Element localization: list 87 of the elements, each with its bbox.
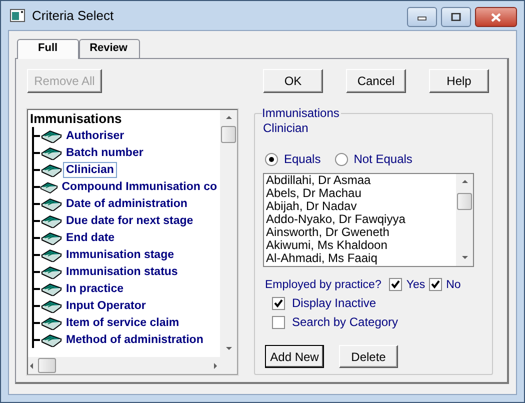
tree-item[interactable]: Immunisation status [63, 264, 181, 280]
checkbox-label[interactable]: Display Inactive [292, 296, 376, 310]
checkbox[interactable] [272, 316, 285, 328]
scrollbar[interactable] [28, 357, 220, 374]
scroll-thumb[interactable] [221, 126, 236, 143]
book-icon [41, 230, 63, 244]
list-item[interactable]: Al-Ahmadi, Ms Faaiq [264, 252, 456, 265]
tree-item[interactable]: In practice [63, 280, 127, 296]
tree-line [32, 263, 41, 280]
dialog-button[interactable]: Add New [265, 345, 324, 368]
maximize-button[interactable] [441, 7, 471, 27]
tree-line [32, 229, 41, 246]
scrollbar[interactable] [456, 174, 473, 266]
checkbox[interactable] [389, 278, 402, 291]
tree-line [32, 331, 41, 348]
dialog-button[interactable]: Cancel [346, 69, 406, 93]
book-icon [41, 298, 63, 312]
scroll-down-icon [224, 345, 232, 353]
app-icon [10, 8, 26, 22]
list-item[interactable]: Abdillahi, Dr Asmaa [264, 174, 456, 187]
tree-line [32, 297, 41, 314]
tree-line [32, 144, 41, 161]
scroll-left-icon [28, 362, 36, 370]
tree-line [32, 195, 41, 212]
tree-item[interactable]: Immunisation stage [63, 246, 177, 262]
checkbox[interactable] [429, 278, 442, 291]
tree-item[interactable]: Batch number [63, 144, 146, 160]
book-icon [41, 128, 63, 142]
scroll-thumb[interactable] [38, 358, 56, 373]
book-icon [41, 196, 63, 210]
tree-item[interactable]: Compound Immunisation co [58, 178, 220, 194]
close-icon [491, 12, 501, 22]
question-label: Employed by practice? [265, 278, 382, 290]
book-icon [41, 248, 63, 262]
window-title: Criteria Select [32, 8, 114, 23]
tree-line [32, 314, 41, 331]
tree-item[interactable]: Authoriser [63, 128, 128, 144]
tree-item[interactable]: Clinician [63, 162, 117, 178]
tree-item[interactable]: End date [63, 230, 118, 246]
tree-item[interactable]: Item of service claim [63, 314, 182, 330]
scroll-thumb[interactable] [457, 193, 472, 210]
scroll-up-icon [460, 178, 468, 186]
scroll-down-icon [460, 254, 468, 262]
tree-line [32, 212, 41, 229]
tab[interactable]: Full [17, 39, 79, 59]
book-icon [40, 180, 59, 194]
list-item[interactable]: Addo-Nyako, Dr Fawqiyya [264, 213, 456, 226]
dialog-button[interactable]: OK [263, 69, 323, 93]
scroll-up-icon [224, 114, 232, 122]
tree-line [32, 161, 41, 178]
tree-root[interactable]: Immunisations [28, 111, 122, 127]
radio-button[interactable] [334, 152, 348, 166]
tree-line [32, 127, 41, 144]
close-button[interactable] [475, 7, 517, 27]
tree-line [32, 246, 41, 263]
field-label: Clinician [263, 121, 310, 135]
tree-item[interactable]: Due date for next stage [63, 212, 196, 228]
checkbox[interactable] [272, 296, 285, 310]
list-item[interactable]: Abels, Dr Machau [264, 187, 456, 200]
tree-item[interactable]: Method of administration [63, 332, 206, 348]
maximize-icon [451, 13, 461, 21]
tree-item[interactable]: Input Operator [63, 298, 149, 314]
list-item[interactable]: Ainsworth, Dr Gweneth [264, 226, 456, 239]
dialog-button[interactable]: Help [429, 69, 489, 93]
book-icon [41, 146, 63, 160]
dialog-button[interactable]: Delete [339, 345, 398, 368]
radio-button[interactable] [265, 152, 278, 166]
checkbox-label[interactable]: Yes [406, 278, 426, 290]
tab[interactable]: Review [78, 39, 140, 58]
minimize-button[interactable] [407, 7, 437, 27]
book-icon [41, 282, 63, 296]
tree-item[interactable]: Date of administration [63, 196, 190, 212]
group-title: Immunisations [262, 106, 342, 120]
scroll-right-icon [212, 362, 220, 370]
checkbox-label[interactable]: Search by Category [292, 315, 398, 329]
radio-label[interactable]: Not Equals [354, 152, 412, 166]
scrollbar[interactable] [220, 110, 237, 357]
list-item[interactable]: Akiwumi, Ms Khaldoon [264, 239, 456, 252]
checkbox-label[interactable]: No [446, 278, 461, 290]
radio-label[interactable]: Equals [284, 152, 321, 166]
book-icon [41, 264, 63, 278]
list-item[interactable]: Abijah, Dr Nadav [264, 200, 456, 213]
book-icon [41, 332, 63, 346]
tree-line [32, 280, 41, 297]
book-icon [41, 316, 63, 330]
book-icon [41, 214, 63, 228]
book-icon [41, 162, 63, 176]
